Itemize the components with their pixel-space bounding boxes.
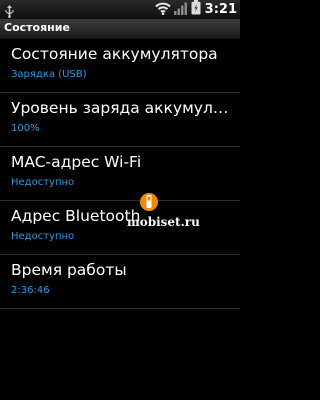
- status-bar: 3:21: [0, 0, 240, 19]
- wifi-icon: [154, 0, 171, 19]
- signal-icon: [173, 0, 188, 19]
- item-title: Состояние аккумулятора: [11, 45, 218, 63]
- status-list: Состояние аккумулятора Зарядка (USB) Уро…: [0, 39, 240, 309]
- title-bar: Состояние: [0, 19, 240, 39]
- list-item-bluetooth-address[interactable]: Адрес Bluetooth Недоступно: [0, 201, 240, 255]
- page-title: Состояние: [4, 21, 70, 34]
- list-item-battery-level[interactable]: Уровень заряда аккумулятора 100%: [0, 93, 240, 147]
- list-item-wifi-mac[interactable]: MAC-адрес Wi-Fi Недоступно: [0, 147, 240, 201]
- list-item-uptime[interactable]: Время работы 2:36:46: [0, 255, 240, 309]
- item-title: Уровень заряда аккумулятора: [11, 99, 236, 117]
- item-title: MAC-адрес Wi-Fi: [11, 153, 142, 171]
- item-value: Недоступно: [11, 177, 75, 188]
- item-title: Время работы: [11, 261, 127, 279]
- status-icons: 3:21: [154, 0, 237, 19]
- item-value: 100%: [11, 123, 40, 134]
- list-item-battery-status[interactable]: Состояние аккумулятора Зарядка (USB): [0, 39, 240, 93]
- item-value: 2:36:46: [11, 285, 50, 296]
- item-value: Недоступно: [11, 231, 75, 242]
- status-time: 3:21: [204, 2, 237, 17]
- battery-icon: [191, 0, 201, 19]
- item-title: Адрес Bluetooth: [11, 207, 141, 225]
- item-value: Зарядка (USB): [11, 69, 87, 80]
